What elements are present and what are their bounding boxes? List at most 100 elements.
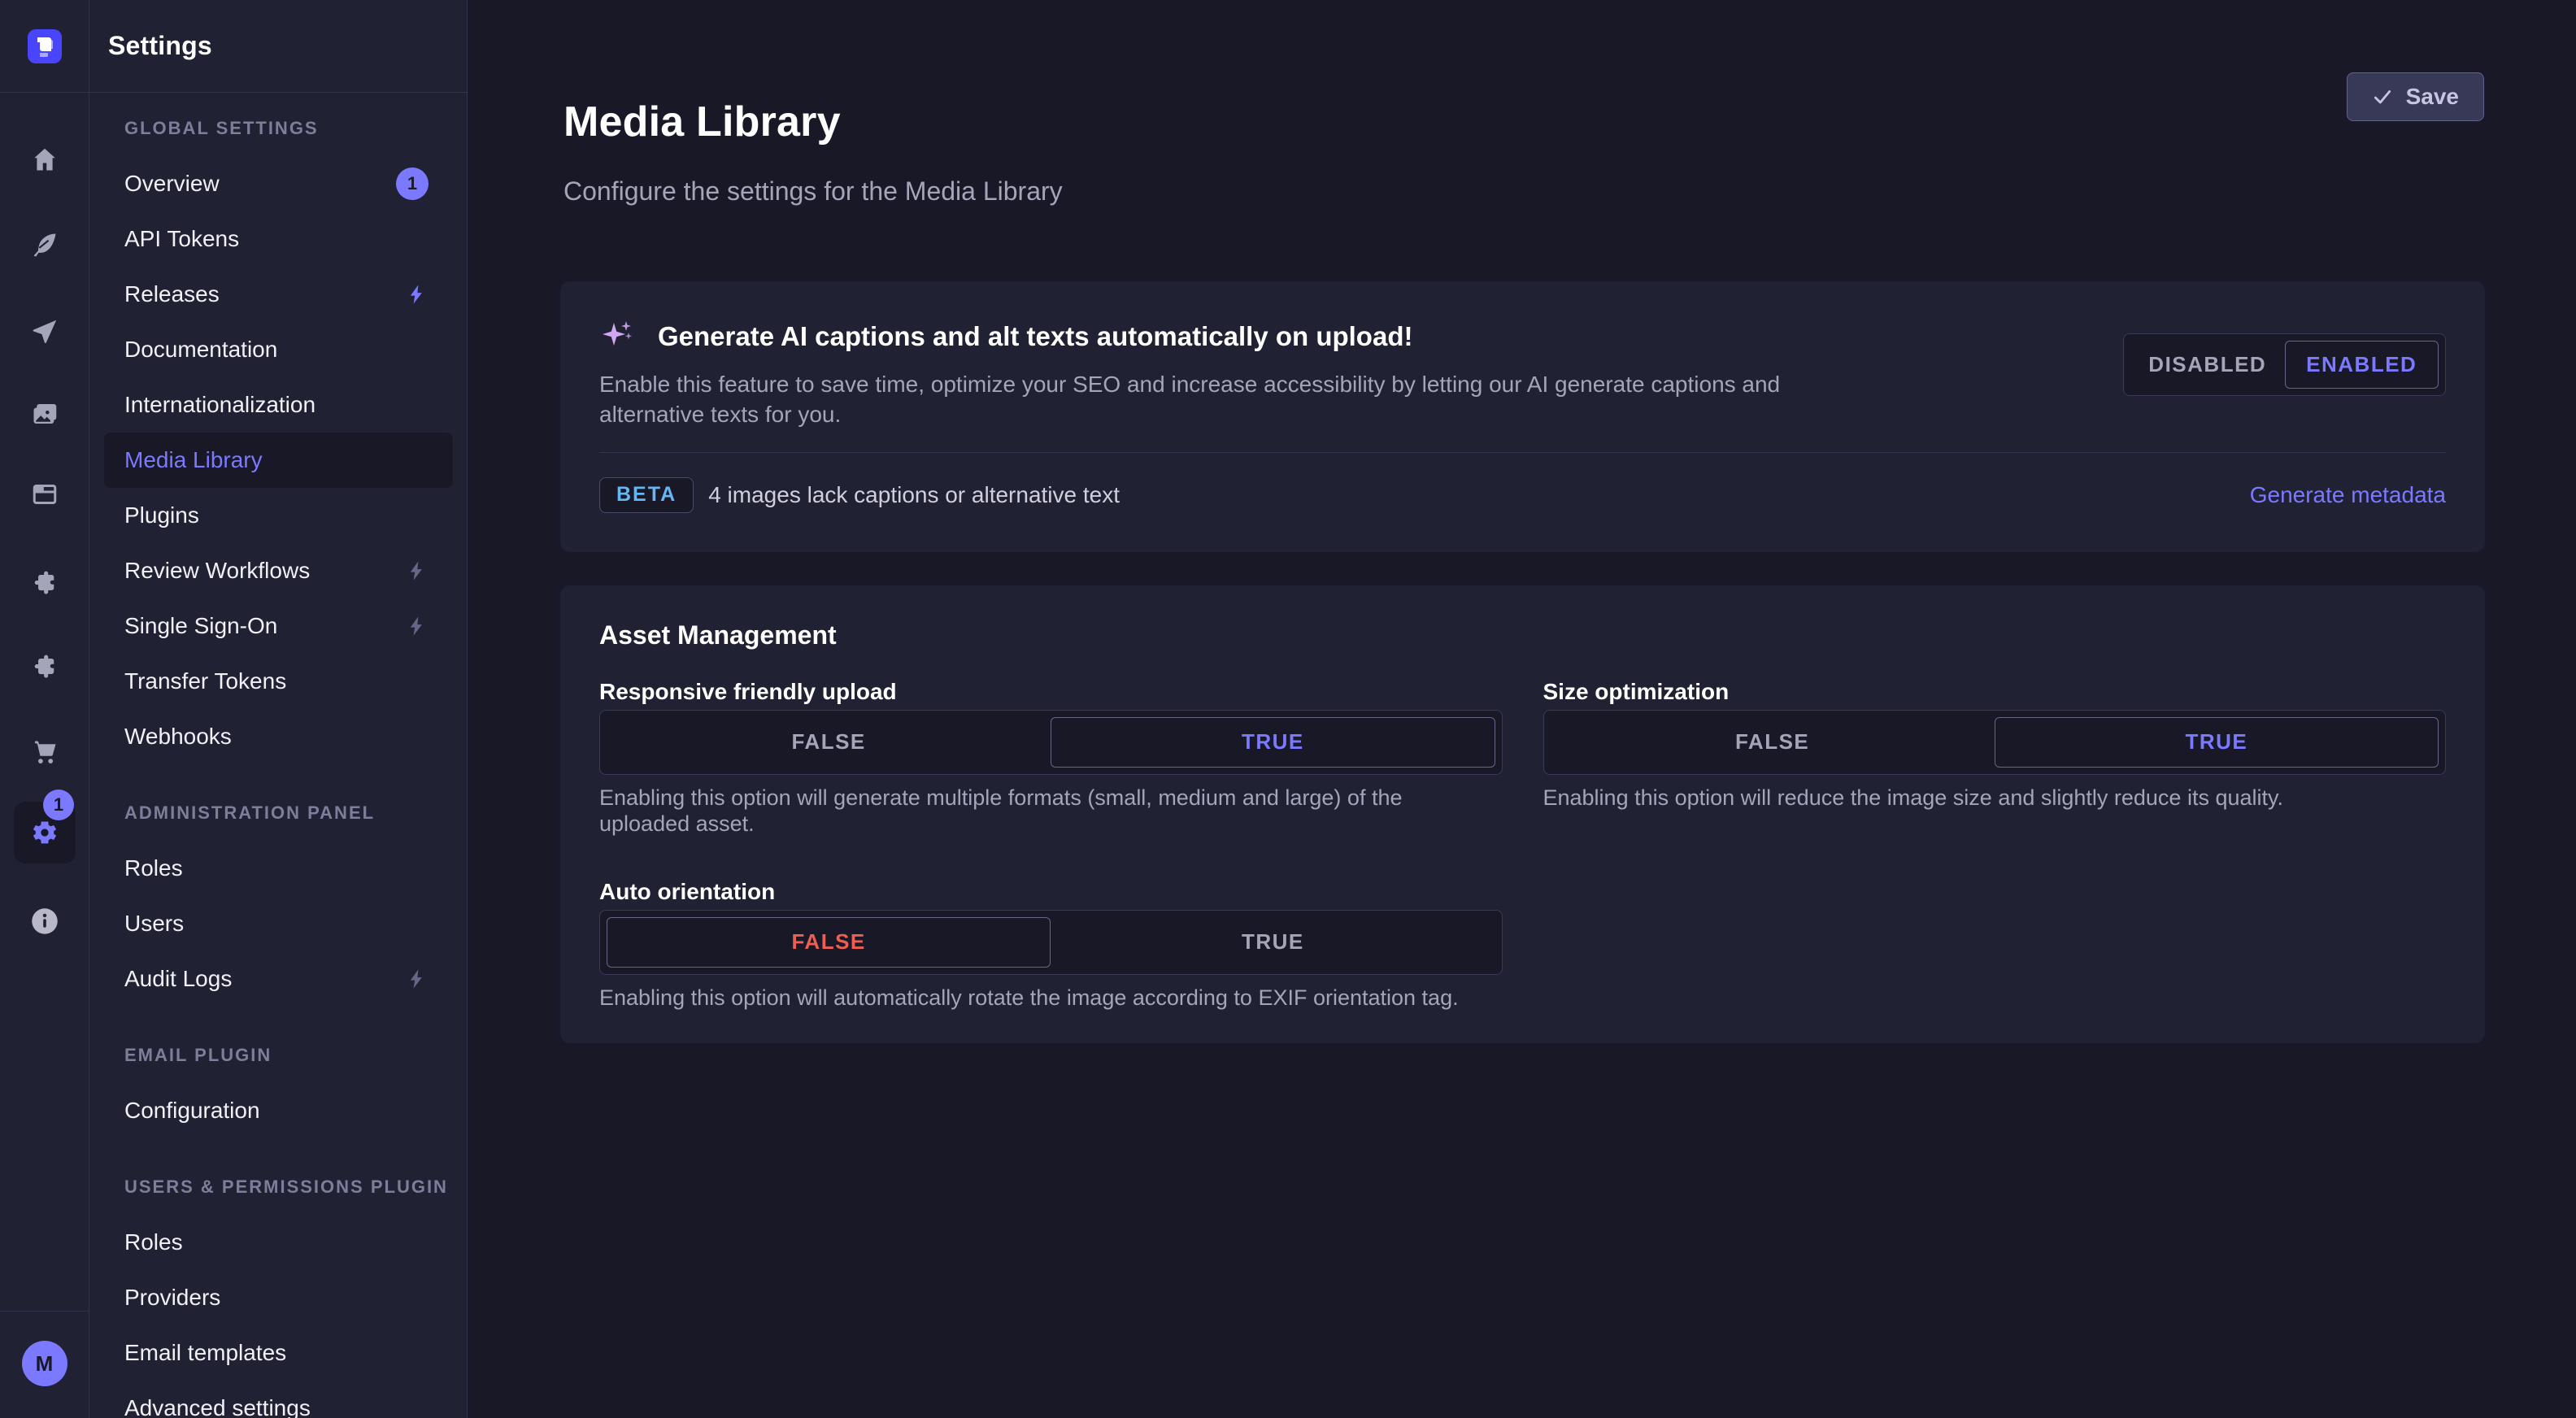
sidebar-item-email-templates[interactable]: Email templates	[104, 1325, 453, 1381]
responsive-friendly-upload-option-true[interactable]: TRUE	[1051, 717, 1495, 768]
sidebar-item-documentation[interactable]: Documentation	[104, 322, 453, 377]
sidebar-item-label: Audit Logs	[124, 966, 406, 992]
lightning-icon	[406, 968, 429, 990]
sidebar-item-single-sign-on[interactable]: Single Sign-On	[104, 598, 453, 654]
sidebar-item-review-workflows[interactable]: Review Workflows	[104, 543, 453, 598]
field-hint: Enabling this option will generate multi…	[599, 785, 1477, 837]
responsive-friendly-upload-toggle: FALSETRUE	[599, 710, 1503, 775]
nav-section-users-permissions-plugin: USERS & PERMISSIONS PLUGIN Roles Providers…	[104, 1169, 453, 1418]
media-library-icon[interactable]	[28, 398, 61, 430]
sidebar-item-label: Review Workflows	[124, 558, 406, 584]
count-badge: 1	[396, 167, 429, 200]
settings-nav: GLOBAL SETTINGSOverview1API TokensReleas…	[89, 93, 467, 1418]
content-type-builder-icon[interactable]	[28, 315, 61, 348]
save-button[interactable]: Save	[2347, 72, 2484, 121]
user-avatar[interactable]: M	[22, 1341, 67, 1386]
lightning-icon	[406, 615, 429, 637]
sidebar-item-label: Single Sign-On	[124, 613, 406, 639]
info-icon[interactable]	[28, 905, 61, 937]
save-button-label: Save	[2406, 84, 2459, 110]
generate-metadata-link[interactable]: Generate metadata	[2250, 482, 2446, 508]
nav-section-label: USERS & PERMISSIONS PLUGIN	[104, 1169, 453, 1205]
field-label: Size optimization	[1543, 676, 2447, 708]
check-icon	[2372, 86, 2393, 107]
sidebar-item-media-library[interactable]: Media Library	[104, 433, 453, 488]
sidebar-item-providers[interactable]: Providers	[104, 1270, 453, 1325]
sidebar-item-label: Advanced settings	[124, 1395, 429, 1418]
field-size-optimization: Size optimizationFALSETRUEEnabling this …	[1543, 676, 2447, 837]
page-subtitle: Configure the settings for the Media Lib…	[564, 175, 2485, 207]
sidebar-item-label: Webhooks	[124, 724, 429, 750]
asset-management-title: Asset Management	[599, 618, 2446, 654]
size-optimization-option-false[interactable]: FALSE	[1551, 717, 1995, 768]
sidebar-item-label: Plugins	[124, 502, 429, 528]
brand-area	[0, 0, 89, 93]
ai-toggle-option-disabled[interactable]: DISABLED	[2130, 341, 2285, 389]
sidebar-item-label: Roles	[124, 855, 429, 881]
sidebar-item-advanced-settings[interactable]: Advanced settings	[104, 1381, 453, 1418]
sidebar-item-overview[interactable]: Overview1	[104, 156, 453, 211]
plugins-icon[interactable]	[28, 567, 61, 599]
page-header: Media Library Configure the settings for…	[468, 0, 2576, 207]
sidebar-item-internationalization[interactable]: Internationalization	[104, 377, 453, 433]
sidebar-item-users[interactable]: Users	[104, 896, 453, 951]
nav-section-administration-panel: ADMINISTRATION PANEL Roles Users Audit Logs	[104, 795, 453, 1007]
sidebar-item-roles[interactable]: Roles	[104, 841, 453, 896]
sidebar: Settings 1M GLOBAL SETTINGSOverview1API …	[0, 0, 468, 1418]
beta-status-row: BETA 4 images lack captions or alternati…	[599, 477, 2446, 513]
field-hint: Enabling this option will automatically …	[599, 985, 1477, 1011]
sidebar-item-releases[interactable]: Releases	[104, 267, 453, 322]
page-title: Media Library	[564, 98, 2485, 146]
content-manager-icon[interactable]	[28, 228, 61, 261]
auto-orientation-option-false[interactable]: FALSE	[607, 917, 1051, 968]
sidebar-item-audit-logs[interactable]: Audit Logs	[104, 951, 453, 1007]
sidebar-item-label: API Tokens	[124, 226, 429, 252]
sidebar-item-label: Configuration	[124, 1098, 429, 1124]
sidebar-item-api-tokens[interactable]: API Tokens	[104, 211, 453, 267]
layout-icon[interactable]	[28, 478, 61, 511]
sidebar-item-configuration[interactable]: Configuration	[104, 1083, 453, 1138]
sidebar-item-label: Overview	[124, 171, 396, 197]
field-hint: Enabling this option will reduce the ima…	[1543, 785, 2422, 811]
strapi-logo	[14, 15, 76, 77]
sidebar-item-label: Providers	[124, 1285, 429, 1311]
auto-orientation-toggle: FALSETRUE	[599, 910, 1503, 975]
field-label: Responsive friendly upload	[599, 676, 1503, 708]
sidebar-item-plugins[interactable]: Plugins	[104, 488, 453, 543]
sidebar-item-label: Media Library	[124, 447, 429, 473]
settings-icon[interactable]	[28, 816, 61, 849]
sidebar-item-label: Users	[124, 911, 429, 937]
sidebar-item-label: Internationalization	[124, 392, 429, 418]
ai-card-description: Enable this feature to save time, optimi…	[599, 369, 1811, 429]
plugin-alt-icon[interactable]	[28, 650, 61, 683]
sidebar-header: Settings	[89, 0, 467, 93]
ai-toggle-option-enabled[interactable]: ENABLED	[2285, 341, 2439, 389]
sidebar-item-webhooks[interactable]: Webhooks	[104, 709, 453, 764]
missing-captions-status: 4 images lack captions or alternative te…	[708, 482, 1120, 508]
card-divider	[599, 452, 2446, 453]
size-optimization-toggle: FALSETRUE	[1543, 710, 2447, 775]
sparkles-icon	[599, 318, 637, 355]
marketplace-icon[interactable]	[28, 736, 61, 768]
asset-management-card: Asset Management Responsive friendly upl…	[560, 585, 2485, 1043]
sidebar-item-label: Documentation	[124, 337, 429, 363]
auto-orientation-option-true[interactable]: TRUE	[1051, 917, 1495, 968]
sidebar-item-label: Releases	[124, 281, 406, 307]
app-rail: 1M	[0, 93, 89, 1418]
size-optimization-option-true[interactable]: TRUE	[1995, 717, 2439, 768]
sidebar-item-transfer-tokens[interactable]: Transfer Tokens	[104, 654, 453, 709]
lightning-icon	[406, 559, 429, 582]
sidebar-title: Settings	[108, 31, 212, 61]
nav-section-label: ADMINISTRATION PANEL	[104, 795, 453, 831]
ai-card-title: Generate AI captions and alt texts autom…	[658, 321, 1412, 352]
responsive-friendly-upload-option-false[interactable]: FALSE	[607, 717, 1051, 768]
ai-captions-card: Generate AI captions and alt texts autom…	[560, 281, 2485, 552]
sidebar-item-roles[interactable]: Roles	[104, 1215, 453, 1270]
home-icon[interactable]	[28, 143, 61, 176]
field-auto-orientation: Auto orientationFALSETRUEEnabling this o…	[599, 876, 1503, 1011]
strapi-logo-icon	[28, 29, 62, 63]
sidebar-item-label: Transfer Tokens	[124, 668, 429, 694]
nav-section-label: EMAIL PLUGIN	[104, 1037, 453, 1073]
ai-enabled-toggle: DISABLEDENABLED	[2123, 333, 2446, 396]
main-content: Media Library Configure the settings for…	[468, 0, 2576, 1418]
